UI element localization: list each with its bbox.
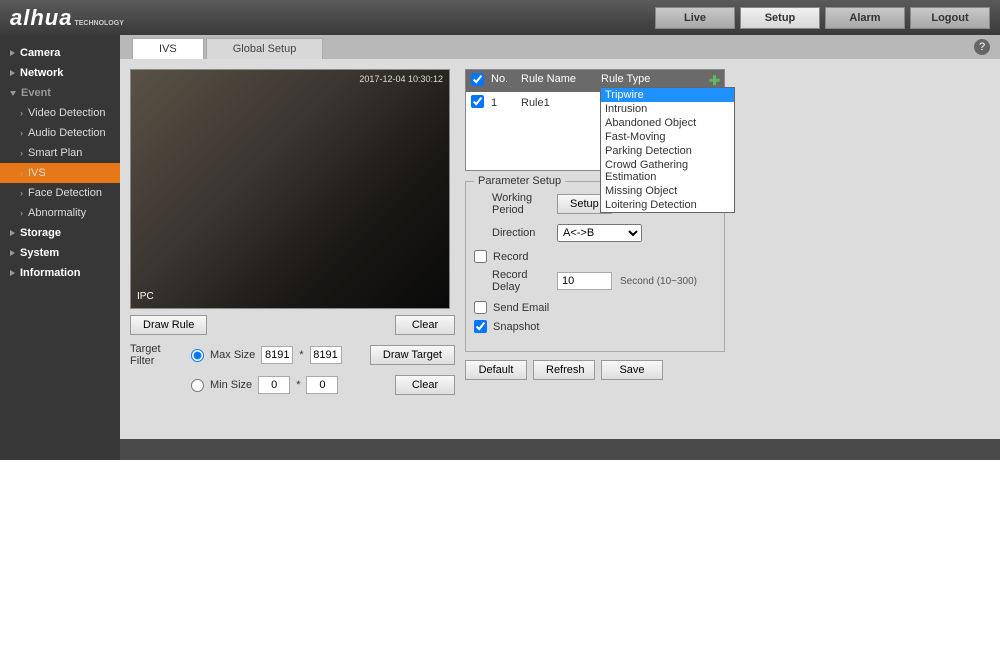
- rule-type-dropdown[interactable]: Tripwire Intrusion Abandoned Object Fast…: [600, 87, 735, 213]
- direction-label: Direction: [474, 227, 549, 239]
- direction-select[interactable]: A<->B: [557, 224, 642, 242]
- refresh-button[interactable]: Refresh: [533, 360, 595, 380]
- nav-storage[interactable]: Storage: [0, 223, 120, 243]
- min-size-radio[interactable]: [191, 379, 204, 392]
- working-period-label: Working Period: [474, 192, 549, 216]
- select-all-checkbox[interactable]: [471, 73, 484, 86]
- option-fast-moving[interactable]: Fast-Moving: [601, 130, 734, 144]
- max-size-radio[interactable]: [191, 349, 204, 362]
- max-height-input[interactable]: [310, 346, 342, 364]
- param-legend: Parameter Setup: [474, 175, 565, 187]
- setup-button[interactable]: Setup: [740, 7, 820, 29]
- default-button[interactable]: Default: [465, 360, 527, 380]
- record-label: Record: [493, 251, 528, 263]
- target-filter-label: Target Filter: [130, 343, 185, 367]
- record-checkbox[interactable]: [474, 250, 487, 263]
- snapshot-label: Snapshot: [493, 321, 539, 333]
- nav-video-detection[interactable]: ›Video Detection: [0, 103, 120, 123]
- nav-network[interactable]: Network: [0, 63, 120, 83]
- help-icon[interactable]: ?: [974, 39, 990, 55]
- nav-ivs[interactable]: ›IVS: [0, 163, 120, 183]
- brand-logo: alhuaTECHNOLOGY: [10, 5, 124, 31]
- nav-abnormality[interactable]: ›Abnormality: [0, 203, 120, 223]
- video-preview: 2017-12-04 10:30:12 IPC: [130, 69, 450, 309]
- nav-event[interactable]: Event: [0, 83, 120, 103]
- rule-name: Rule1: [521, 97, 601, 109]
- record-delay-input[interactable]: [557, 272, 612, 290]
- size-sep: *: [299, 349, 303, 361]
- record-delay-hint: Second (10~300): [620, 276, 697, 287]
- min-size-label: Min Size: [210, 379, 252, 391]
- option-tripwire[interactable]: Tripwire: [601, 88, 734, 102]
- max-size-label: Max Size: [210, 349, 255, 361]
- nav-information[interactable]: Information: [0, 263, 120, 283]
- option-crowd[interactable]: Crowd Gathering Estimation: [601, 158, 734, 184]
- preview-label: IPC: [137, 291, 154, 302]
- nav-audio-detection[interactable]: ›Audio Detection: [0, 123, 120, 143]
- col-no-header: No.: [491, 73, 521, 89]
- min-width-input[interactable]: [258, 376, 290, 394]
- min-height-input[interactable]: [306, 376, 338, 394]
- clear-target-button[interactable]: Clear: [395, 375, 455, 395]
- send-email-label: Send Email: [493, 302, 549, 314]
- max-width-input[interactable]: [261, 346, 293, 364]
- option-loitering[interactable]: Loitering Detection: [601, 198, 734, 212]
- draw-rule-button[interactable]: Draw Rule: [130, 315, 207, 335]
- size-sep: *: [296, 379, 300, 391]
- nav-smart-plan[interactable]: ›Smart Plan: [0, 143, 120, 163]
- option-parking[interactable]: Parking Detection: [601, 144, 734, 158]
- rule-checkbox[interactable]: [471, 95, 484, 108]
- option-abandoned[interactable]: Abandoned Object: [601, 116, 734, 130]
- tab-global-setup[interactable]: Global Setup: [206, 38, 324, 59]
- alarm-button[interactable]: Alarm: [825, 7, 905, 29]
- snapshot-checkbox[interactable]: [474, 320, 487, 333]
- record-delay-label: Record Delay: [474, 269, 549, 293]
- nav-face-detection[interactable]: ›Face Detection: [0, 183, 120, 203]
- clear-rule-button[interactable]: Clear: [395, 315, 455, 335]
- sidebar: Camera Network Event ›Video Detection ›A…: [0, 35, 120, 460]
- option-missing[interactable]: Missing Object: [601, 184, 734, 198]
- rule-no: 1: [491, 97, 521, 109]
- logout-button[interactable]: Logout: [910, 7, 990, 29]
- live-button[interactable]: Live: [655, 7, 735, 29]
- tab-ivs[interactable]: IVS: [132, 38, 204, 59]
- draw-target-button[interactable]: Draw Target: [370, 345, 455, 365]
- save-button[interactable]: Save: [601, 360, 663, 380]
- send-email-checkbox[interactable]: [474, 301, 487, 314]
- option-intrusion[interactable]: Intrusion: [601, 102, 734, 116]
- nav-camera[interactable]: Camera: [0, 43, 120, 63]
- nav-system[interactable]: System: [0, 243, 120, 263]
- preview-timestamp: 2017-12-04 10:30:12: [359, 74, 443, 84]
- col-name-header: Rule Name: [521, 73, 601, 89]
